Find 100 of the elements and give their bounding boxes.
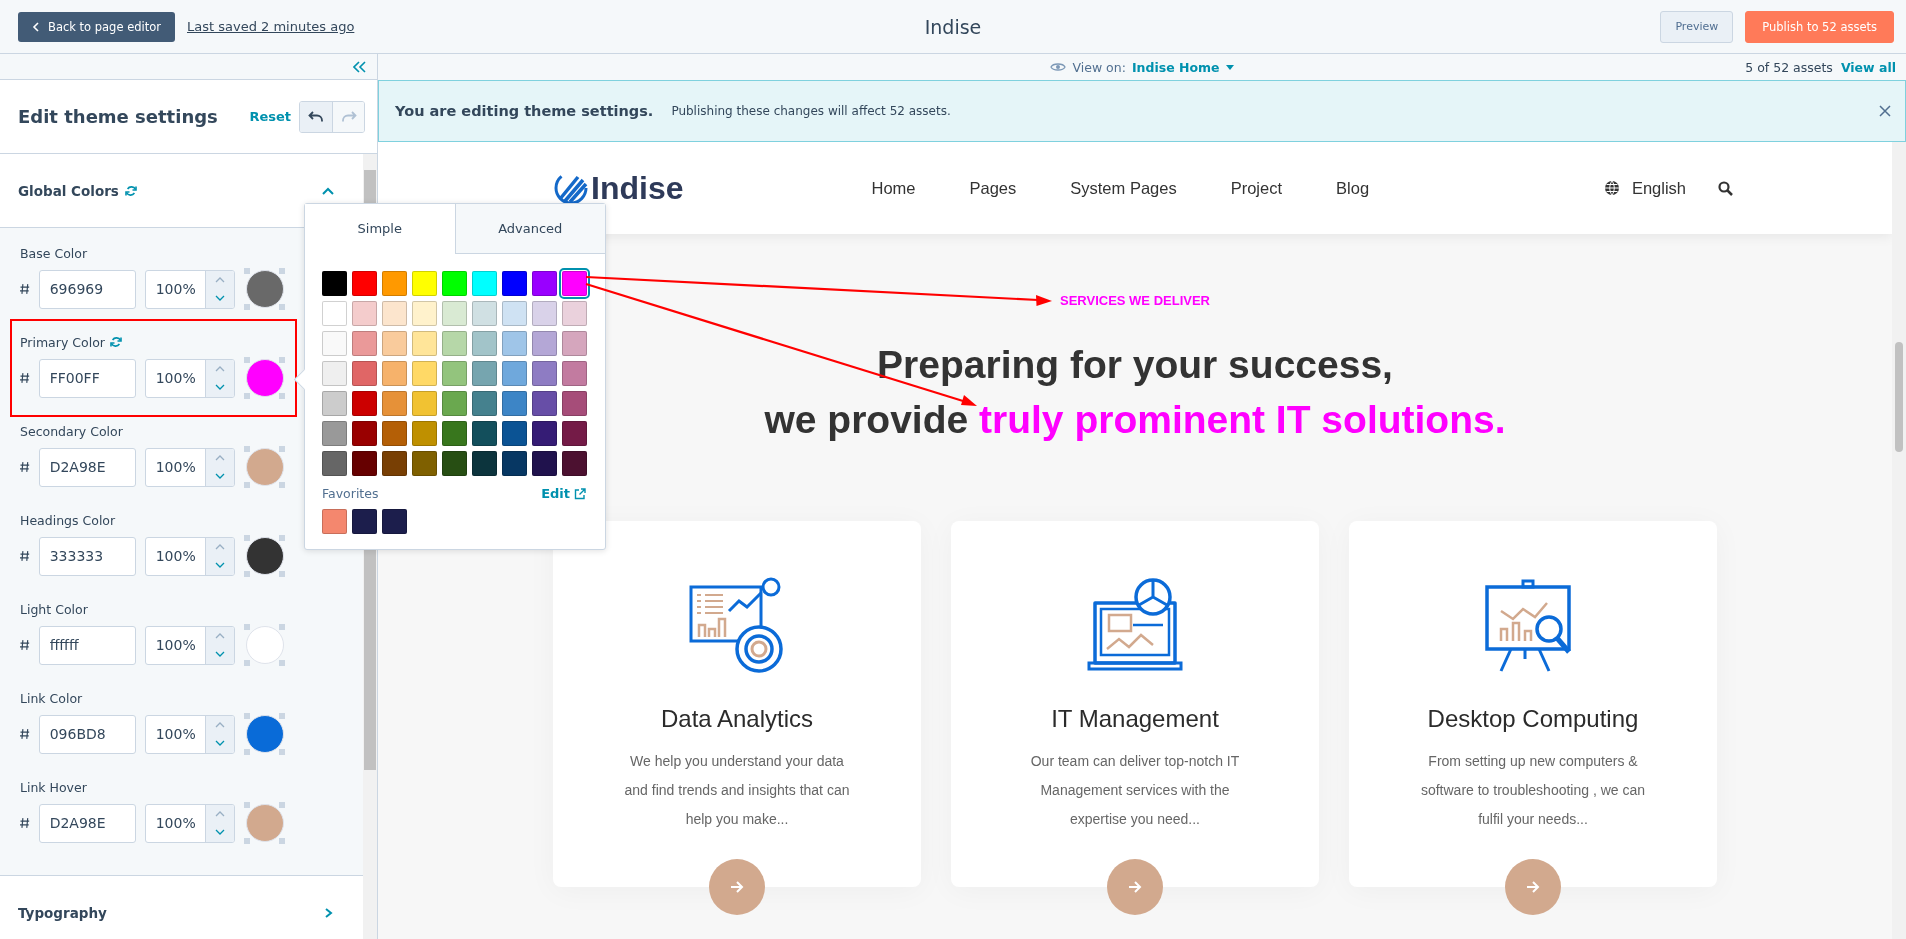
- color-swatch[interactable]: [322, 361, 347, 386]
- chevron-up-icon[interactable]: [215, 632, 226, 639]
- color-swatch[interactable]: [352, 361, 377, 386]
- color-swatch[interactable]: [352, 331, 377, 356]
- picker-tab[interactable]: Advanced: [454, 204, 605, 254]
- chevron-down-icon[interactable]: [215, 829, 226, 836]
- color-swatch[interactable]: [562, 421, 587, 446]
- color-swatch[interactable]: [532, 451, 557, 476]
- search-icon[interactable]: [1718, 180, 1733, 196]
- color-swatch[interactable]: [412, 331, 437, 356]
- nav-link[interactable]: Home: [871, 178, 916, 198]
- color-swatch[interactable]: [562, 361, 587, 386]
- opacity-field[interactable]: 100%: [144, 625, 236, 665]
- chevron-down-icon[interactable]: [215, 473, 226, 480]
- color-swatch[interactable]: [382, 331, 407, 356]
- color-swatch[interactable]: [322, 301, 347, 326]
- nav-link[interactable]: Pages: [969, 178, 1017, 198]
- color-swatch[interactable]: [412, 361, 437, 386]
- color-swatch[interactable]: [502, 391, 527, 416]
- language-link[interactable]: English: [1631, 178, 1686, 198]
- color-swatch[interactable]: [442, 451, 467, 476]
- color-swatch[interactable]: [382, 391, 407, 416]
- nav-link[interactable]: Project: [1230, 178, 1283, 198]
- chevron-down-icon[interactable]: [215, 295, 226, 302]
- color-swatch[interactable]: [322, 509, 347, 534]
- color-swatch[interactable]: [532, 421, 557, 446]
- color-swatch[interactable]: [322, 271, 347, 296]
- chevron-up-icon[interactable]: [215, 721, 226, 728]
- color-swatch[interactable]: [245, 626, 284, 664]
- close-icon[interactable]: [1879, 105, 1891, 117]
- color-swatch[interactable]: [245, 448, 284, 486]
- color-swatch[interactable]: [502, 331, 527, 356]
- color-swatch[interactable]: [352, 271, 377, 296]
- opacity-field[interactable]: 100%: [144, 536, 236, 576]
- color-swatch[interactable]: [382, 301, 407, 326]
- hex-field[interactable]: D2A98E: [38, 803, 136, 843]
- back-button[interactable]: Back to page editor: [18, 11, 175, 42]
- color-swatch[interactable]: [532, 391, 557, 416]
- chevron-down-icon[interactable]: [215, 740, 226, 747]
- opacity-field[interactable]: 100%: [144, 358, 236, 398]
- chevron-up-icon[interactable]: [215, 365, 226, 372]
- arrow-button[interactable]: [1505, 859, 1561, 915]
- scrollbar[interactable]: [1895, 342, 1903, 452]
- color-swatch[interactable]: [562, 301, 587, 326]
- arrow-button[interactable]: [709, 859, 765, 915]
- color-swatch[interactable]: [502, 451, 527, 476]
- chevron-down-icon[interactable]: [215, 651, 226, 658]
- hex-field[interactable]: D2A98E: [38, 447, 136, 487]
- color-swatch[interactable]: [322, 391, 347, 416]
- color-swatch[interactable]: [442, 331, 467, 356]
- color-swatch[interactable]: [502, 421, 527, 446]
- chevron-down-icon[interactable]: [215, 384, 226, 391]
- undo-button[interactable]: [300, 101, 332, 132]
- color-swatch[interactable]: [502, 361, 527, 386]
- color-swatch[interactable]: [382, 509, 407, 534]
- color-swatch[interactable]: [562, 331, 587, 356]
- color-swatch[interactable]: [412, 451, 437, 476]
- color-swatch[interactable]: [472, 331, 497, 356]
- color-swatch[interactable]: [382, 451, 407, 476]
- color-swatch[interactable]: [245, 537, 284, 575]
- color-swatch[interactable]: [352, 451, 377, 476]
- color-swatch[interactable]: [562, 451, 587, 476]
- color-swatch[interactable]: [472, 391, 497, 416]
- color-swatch[interactable]: [442, 391, 467, 416]
- chevron-up-icon[interactable]: [215, 276, 226, 283]
- color-swatch[interactable]: [442, 361, 467, 386]
- color-swatch[interactable]: [562, 271, 587, 296]
- color-swatch[interactable]: [322, 331, 347, 356]
- color-swatch[interactable]: [532, 361, 557, 386]
- color-swatch[interactable]: [562, 391, 587, 416]
- color-swatch[interactable]: [442, 421, 467, 446]
- color-swatch[interactable]: [472, 421, 497, 446]
- color-swatch[interactable]: [532, 271, 557, 296]
- hex-field[interactable]: 333333: [38, 536, 136, 576]
- color-swatch[interactable]: [382, 271, 407, 296]
- edit-link[interactable]: Edit: [541, 486, 586, 501]
- color-swatch[interactable]: [442, 271, 467, 296]
- color-swatch[interactable]: [472, 271, 497, 296]
- color-swatch[interactable]: [382, 361, 407, 386]
- color-swatch[interactable]: [245, 359, 284, 397]
- color-swatch[interactable]: [352, 509, 377, 534]
- color-swatch[interactable]: [352, 301, 377, 326]
- color-swatch[interactable]: [245, 804, 284, 842]
- color-swatch[interactable]: [472, 361, 497, 386]
- color-swatch[interactable]: [502, 301, 527, 326]
- color-swatch[interactable]: [352, 391, 377, 416]
- color-swatch[interactable]: [442, 301, 467, 326]
- collapse-icon[interactable]: [353, 60, 367, 73]
- preview-button[interactable]: Preview: [1660, 10, 1734, 43]
- nav-link[interactable]: System Pages: [1070, 178, 1177, 198]
- color-swatch[interactable]: [532, 331, 557, 356]
- nav-link[interactable]: Blog: [1336, 178, 1370, 198]
- opacity-field[interactable]: 100%: [144, 714, 236, 754]
- color-swatch[interactable]: [352, 421, 377, 446]
- arrow-button[interactable]: [1107, 859, 1163, 915]
- color-swatch[interactable]: [322, 421, 347, 446]
- hex-field[interactable]: 096BD8: [38, 714, 136, 754]
- hex-field[interactable]: ffffff: [38, 625, 136, 665]
- color-swatch[interactable]: [532, 301, 557, 326]
- chevron-up-icon[interactable]: [215, 454, 226, 461]
